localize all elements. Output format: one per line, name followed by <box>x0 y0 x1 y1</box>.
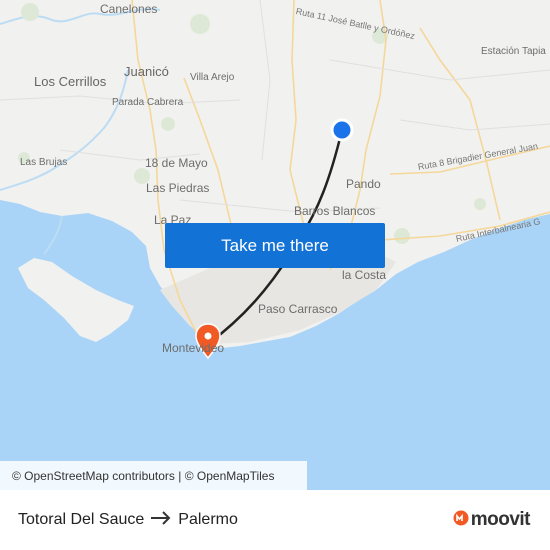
destination-name: Palermo <box>178 511 238 528</box>
place-pando: Pando <box>346 177 381 191</box>
take-me-there-button[interactable]: Take me there <box>165 223 385 268</box>
place-paso-carrasco: Paso Carrasco <box>258 302 338 316</box>
place-montevideo: Montevideo <box>162 341 225 355</box>
osm-attribution-link[interactable]: © OpenStreetMap contributors <box>12 469 175 483</box>
place-los-cerrillos: Los Cerrillos <box>34 74 107 89</box>
place-villa-arejo: Villa Arejo <box>190 72 235 83</box>
place-la-costa: la Costa <box>342 268 387 282</box>
place-parada-cabrera: Parada Cabrera <box>112 97 184 108</box>
place-las-piedras: Las Piedras <box>146 181 210 195</box>
place-las-brujas: Las Brujas <box>20 157 68 168</box>
arrow-right-icon <box>150 510 172 530</box>
attribution-separator: | <box>174 468 185 483</box>
trip-summary: Totoral Del Sauce Palermo <box>18 490 238 550</box>
footer-bar: Totoral Del Sauce Palermo moovit <box>0 490 550 550</box>
map[interactable]: Canelones Juanicó Los Cerrillos Villa Ar… <box>0 0 550 490</box>
place-juanico: Juanicó <box>124 64 169 79</box>
place-barros-blancos: Barros Blancos <box>294 204 376 218</box>
place-estacion-tapia: Estación Tapia <box>481 46 546 57</box>
moovit-wordmark: moovit <box>470 509 531 530</box>
place-canelones: Canelones <box>100 2 158 16</box>
moovit-logo: moovit <box>453 490 531 550</box>
map-attribution: © OpenStreetMap contributors | © OpenMap… <box>0 461 307 490</box>
origin-name: Totoral Del Sauce <box>18 511 145 528</box>
moovit-logo-icon <box>453 510 469 531</box>
omt-attribution-link[interactable]: © OpenMapTiles <box>185 469 275 483</box>
origin-marker <box>330 118 354 142</box>
place-18-de-mayo: 18 de Mayo <box>145 156 208 170</box>
